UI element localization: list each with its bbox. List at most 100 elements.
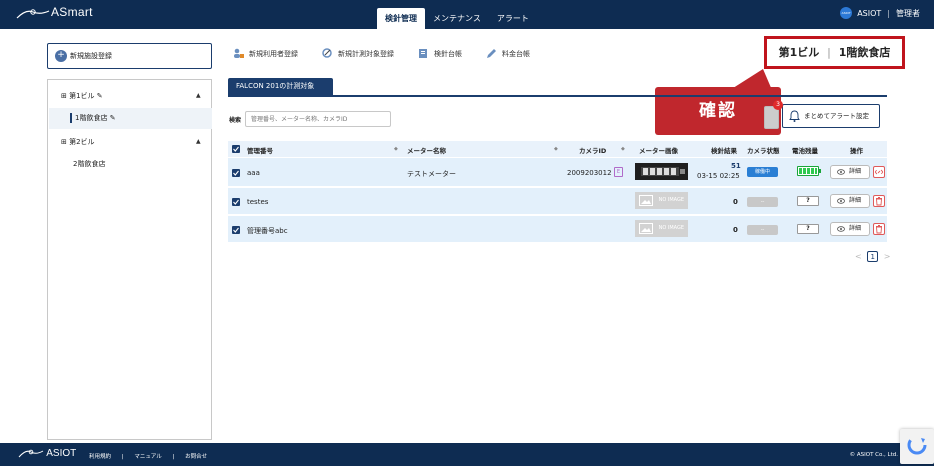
search-input[interactable] <box>245 111 391 127</box>
tree-floor-2-label: 2階飲食店 <box>73 160 106 168</box>
no-image-placeholder: NO IMAGE <box>635 192 688 209</box>
manual-link[interactable]: マニュアル <box>134 454 161 460</box>
terms-link[interactable]: 利用規約 <box>89 454 111 460</box>
row-checkbox[interactable] <box>232 226 240 234</box>
ledger-icon <box>419 49 427 58</box>
camera-status-badge: -- <box>747 197 778 207</box>
tab-underline <box>228 95 887 97</box>
detail-button[interactable]: 詳細 <box>830 222 870 236</box>
logo-mark-icon <box>18 450 44 458</box>
col-header-actions: 操作 <box>850 147 863 155</box>
tree-building-1[interactable]: ⊞ 第1ビル ✎ <box>61 91 103 101</box>
meter-image[interactable] <box>635 163 688 180</box>
recaptcha-badge[interactable] <box>900 429 934 464</box>
col-header-id[interactable]: 管理番号 <box>247 145 273 155</box>
nav-tab-alert[interactable]: アラート <box>489 8 537 29</box>
page-title: 第1ビル | 1階飲食店 <box>764 36 905 69</box>
trash-icon <box>876 197 882 206</box>
title-separator: | <box>827 46 831 59</box>
image-icon <box>639 223 653 234</box>
col-header-meter-image: メーター画像 <box>639 147 678 155</box>
contact-link[interactable]: お問合せ <box>185 454 207 460</box>
tab-falcon-targets[interactable]: FALCON 201の計測対象 <box>228 78 333 95</box>
table-row[interactable]: aaa テストメーター 2009203012 E 51 03-15 02:25 … <box>228 158 887 187</box>
chevron-up-icon[interactable]: ▲ <box>196 138 201 145</box>
cell-result: 51 <box>731 162 741 170</box>
nav-tab-maintenance[interactable]: メンテナンス <box>425 8 489 29</box>
new-facility-button[interactable]: + 新規施設登録 <box>47 43 212 69</box>
meter-ledger-button[interactable]: 検針台帳 <box>418 48 462 59</box>
user-add-icon <box>234 48 244 58</box>
no-image-label: NO IMAGE <box>658 225 684 231</box>
recaptcha-icon <box>907 435 927 455</box>
page-number-button[interactable]: 1 <box>867 251 879 262</box>
new-user-label: 新規利用者登録 <box>249 49 298 58</box>
building-icon: ⊞ <box>61 138 70 146</box>
sort-icon[interactable]: ◆ <box>621 146 625 152</box>
col-header-camera-id[interactable]: カメラID <box>579 145 606 155</box>
next-page-button[interactable]: > <box>884 252 891 261</box>
table-row[interactable]: testes NO IMAGE 0 -- ? 詳細 <box>228 188 887 215</box>
tree-building-2-label: 第2ビル <box>69 138 95 146</box>
link-divider: | <box>121 454 124 460</box>
cell-result-time: 03-15 02:25 <box>697 172 740 180</box>
detail-label: 詳細 <box>849 197 862 204</box>
col-header-result: 検針結果 <box>711 147 737 155</box>
battery-unknown-icon: ? <box>797 196 819 206</box>
tree-floor-2[interactable]: 2階飲食店 <box>73 159 105 169</box>
cell-id: aaa <box>247 169 260 177</box>
table-row[interactable]: 管理番号abc NO IMAGE 0 -- ? 詳細 <box>228 216 887 243</box>
camera-status-badge: -- <box>747 225 778 235</box>
row-checkbox[interactable] <box>232 198 240 206</box>
detail-button[interactable]: 詳細 <box>830 165 870 179</box>
bell-icon <box>789 110 800 122</box>
new-user-button[interactable]: 新規利用者登録 <box>233 48 298 59</box>
footer-logo-text: ASIOT <box>46 448 77 459</box>
nav-tab-meter-management[interactable]: 検針管理 <box>377 8 425 29</box>
cell-id: testes <box>247 198 269 206</box>
tree-building-1-label: 第1ビル <box>69 92 95 100</box>
link-divider: | <box>172 454 175 460</box>
col-header-camera-status: カメラ状態 <box>747 147 780 155</box>
divider: | <box>887 8 890 18</box>
fee-ledger-button[interactable]: 料金台帳 <box>486 48 530 59</box>
col-header-name[interactable]: メーター名称 <box>407 145 446 155</box>
prev-page-button[interactable]: < <box>855 252 862 261</box>
unlink-button[interactable] <box>873 166 885 178</box>
select-all-checkbox[interactable] <box>232 145 240 153</box>
sort-icon[interactable]: ◆ <box>394 146 398 152</box>
chevron-up-icon[interactable]: ▲ <box>196 92 201 99</box>
link-broken-icon <box>874 169 884 175</box>
eye-icon <box>837 198 845 204</box>
detail-button[interactable]: 詳細 <box>830 194 870 208</box>
col-header-battery: 電池残量 <box>792 147 818 155</box>
battery-full-icon <box>797 166 821 176</box>
bulk-alert-button[interactable]: まとめてアラート設定 <box>782 104 880 128</box>
row-checkbox[interactable] <box>232 169 240 177</box>
plus-icon: + <box>55 50 67 62</box>
edit-pencil-icon[interactable]: ✎ <box>107 114 116 122</box>
fee-ledger-label: 料金台帳 <box>502 49 530 58</box>
tree-floor-1[interactable]: 1階飲食店 ✎ <box>70 113 116 123</box>
edit-pencil-icon[interactable]: ✎ <box>95 92 103 100</box>
new-target-label: 新規計測対象登録 <box>338 49 394 58</box>
search-label: 検索 <box>229 117 242 124</box>
footer-links: 利用規約 | マニュアル | お問合せ <box>89 452 216 460</box>
detail-label: 詳細 <box>849 168 862 175</box>
camera-tag: E <box>614 167 623 177</box>
tree-building-2[interactable]: ⊞ 第2ビル <box>61 137 95 147</box>
sort-icon[interactable]: ◆ <box>554 146 558 152</box>
cell-id: 管理番号abc <box>247 227 288 235</box>
delete-button[interactable] <box>873 223 885 235</box>
bulk-alert-label: まとめてアラート設定 <box>804 112 869 120</box>
camera-status-badge: 稼働中 <box>747 167 778 177</box>
main-nav: 検針管理 メンテナンス アラート <box>377 8 537 29</box>
target-add-icon <box>322 48 332 58</box>
footer-logo[interactable]: ASIOT <box>18 448 76 459</box>
pagination: < 1 > <box>855 251 891 262</box>
new-target-button[interactable]: 新規計測対象登録 <box>322 48 394 59</box>
delete-button[interactable] <box>873 195 885 207</box>
logo-mark-icon <box>16 9 50 19</box>
facility-tree-panel: ⊞ 第1ビル ✎ ▲ 1階飲食店 ✎ ⊞ 第2ビル ▲ 2階飲食店 <box>47 79 212 440</box>
user-menu[interactable]: ASIOT ASIOT | 管理者 <box>840 7 920 19</box>
